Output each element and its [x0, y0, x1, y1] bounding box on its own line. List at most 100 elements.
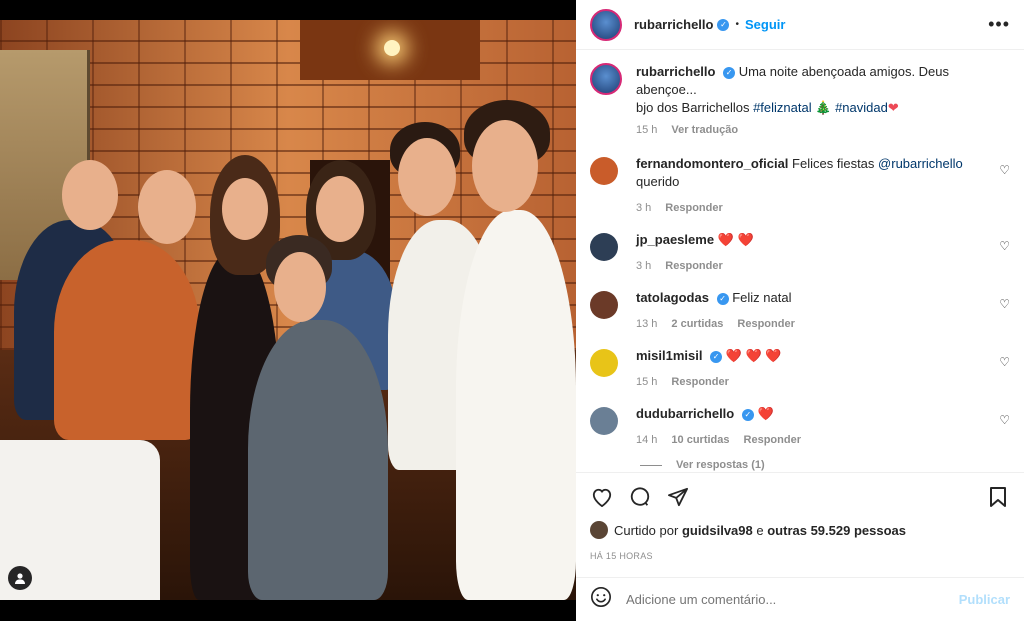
comment-time[interactable]: 3 h [636, 199, 651, 217]
instagram-post: rubarrichello ✓ • Seguir ••• rubarrichel… [0, 0, 1024, 621]
verified-badge-icon: ✓ [717, 18, 730, 31]
comment-body: jp_paesleme ❤️ ❤️ 3 h Responder [636, 231, 996, 275]
comment-text-suffix: querido [636, 174, 680, 189]
view-replies-label[interactable]: Ver respostas (1) [676, 459, 765, 471]
save-bookmark-icon[interactable] [986, 485, 1010, 509]
comment-meta: 3 h Responder [636, 257, 996, 275]
comments-list[interactable]: rubarrichello ✓ Uma noite abençoada amig… [576, 51, 1024, 471]
author-username[interactable]: rubarrichello [634, 17, 713, 32]
comment-text: ❤️ ❤️ [717, 232, 754, 247]
post-media[interactable] [0, 0, 576, 621]
comment-avatar[interactable] [590, 291, 618, 319]
verified-badge-icon: ✓ [741, 408, 754, 421]
caption-avatar[interactable] [590, 63, 622, 95]
tree-emoji: 🎄 [815, 100, 832, 115]
comment-row: dudubarrichello ✓ ❤️ 14 h 10 curtidas Re… [590, 405, 1010, 449]
like-comment-heart-icon[interactable]: ♡ [999, 239, 1010, 253]
caption-username[interactable]: rubarrichello [636, 64, 715, 79]
comment-username[interactable]: tatolagodas [636, 290, 709, 305]
likes-prefix: Curtido por [614, 522, 679, 538]
comment-body: dudubarrichello ✓ ❤️ 14 h 10 curtidas Re… [636, 405, 996, 449]
comment-bubble-icon[interactable] [628, 485, 652, 509]
post-actions: Curtido por guidsilva98 e outras 59.529 … [576, 472, 1024, 561]
like-comment-heart-icon[interactable]: ♡ [999, 163, 1010, 177]
liker-avatar[interactable] [590, 521, 608, 539]
comment-avatar[interactable] [590, 407, 618, 435]
like-heart-icon[interactable] [590, 485, 614, 509]
tagged-users-icon[interactable] [8, 566, 32, 590]
action-icons [590, 483, 1010, 511]
comment-username[interactable]: misil1misil [636, 348, 702, 363]
comment-meta: 3 h Responder [636, 199, 996, 217]
publish-button[interactable]: Publicar [959, 592, 1010, 607]
comment-avatar[interactable] [590, 233, 618, 261]
person-4-head [316, 176, 364, 242]
ceiling-lamp [384, 40, 400, 56]
comment-time[interactable]: 15 h [636, 373, 657, 391]
person-1-head [62, 160, 118, 230]
reply-button[interactable]: Responder [671, 373, 728, 391]
reply-button[interactable]: Responder [744, 431, 801, 449]
comment-time[interactable]: 13 h [636, 315, 657, 333]
caption-meta: 15 h Ver tradução [636, 121, 996, 139]
person-2 [54, 240, 200, 440]
caption-text-2: bjo dos Barrichellos [636, 100, 750, 115]
like-comment-heart-icon[interactable]: ♡ [999, 355, 1010, 369]
comment-avatar[interactable] [590, 349, 618, 377]
like-comment-heart-icon[interactable]: ♡ [999, 297, 1010, 311]
caption-time[interactable]: 15 h [636, 121, 657, 139]
comment-mention[interactable]: @rubarrichello [878, 156, 963, 171]
person-7 [456, 210, 576, 600]
comment-input[interactable] [626, 592, 959, 607]
comment-likes[interactable]: 10 curtidas [671, 431, 729, 449]
person-7-head [472, 120, 538, 212]
person-6-head [398, 138, 456, 216]
share-send-icon[interactable] [666, 485, 690, 509]
comment-row: jp_paesleme ❤️ ❤️ 3 h Responder ♡ [590, 231, 1010, 275]
emoji-icon[interactable] [590, 586, 612, 613]
separator-dot: • [735, 19, 739, 30]
post-header: rubarrichello ✓ • Seguir ••• [576, 0, 1024, 50]
post-timestamp[interactable]: HÁ 15 HORAS [590, 551, 1010, 561]
like-comment-heart-icon[interactable]: ♡ [999, 413, 1010, 427]
comment-username[interactable]: jp_paesleme [636, 232, 714, 247]
comment-row: tatolagodas ✓ Feliz natal 13 h 2 curtida… [590, 289, 1010, 333]
likes-summary: Curtido por guidsilva98 e outras 59.529 … [590, 521, 1010, 539]
follow-button[interactable]: Seguir [745, 17, 785, 32]
likes-middle: e [756, 522, 764, 538]
person-5-head [274, 252, 326, 322]
comment-meta: 14 h 10 curtidas Responder [636, 431, 996, 449]
reply-button[interactable]: Responder [665, 199, 722, 217]
comment-username[interactable]: dudubarrichello [636, 406, 734, 421]
hashtag-navidad[interactable]: #navidad [835, 100, 888, 115]
person-2-head [138, 170, 196, 244]
comment-meta: 15 h Responder [636, 373, 996, 391]
comment-time[interactable]: 14 h [636, 431, 657, 449]
heart-emoji: ❤ [887, 100, 899, 115]
comment-row: fernandomontero_oficial Felices fiestas … [590, 155, 1010, 217]
comment-avatar[interactable] [590, 157, 618, 185]
reply-button[interactable]: Responder [665, 257, 722, 275]
verified-badge-icon: ✓ [716, 292, 729, 305]
comment-body: fernandomontero_oficial Felices fiestas … [636, 155, 996, 217]
reply-button[interactable]: Responder [737, 315, 794, 333]
view-replies[interactable]: Ver respostas (1) [640, 459, 1010, 471]
comment-username[interactable]: fernandomontero_oficial [636, 156, 788, 171]
translate-button[interactable]: Ver tradução [671, 121, 738, 139]
comment-text: ❤️ [757, 406, 774, 421]
author-avatar[interactable] [590, 8, 622, 41]
comment-text: Felices fiestas [792, 156, 875, 171]
more-options-icon[interactable]: ••• [988, 14, 1010, 35]
verified-badge-icon: ✓ [710, 350, 723, 363]
replies-divider [640, 464, 662, 466]
add-comment-bar: Publicar [576, 577, 1024, 621]
comment-body: misil1misil ✓ ❤️ ❤️ ❤️ 15 h Responder [636, 347, 996, 391]
hashtag-feliznatal[interactable]: #feliznatal [753, 100, 812, 115]
liker-username[interactable]: guidsilva98 [682, 523, 753, 538]
comment-time[interactable]: 3 h [636, 257, 651, 275]
likes-others[interactable]: outras 59.529 pessoas [767, 523, 906, 538]
post-photo [0, 20, 576, 600]
comment-body: tatolagodas ✓ Feliz natal 13 h 2 curtida… [636, 289, 996, 333]
comment-likes[interactable]: 2 curtidas [671, 315, 723, 333]
comment-text: ❤️ ❤️ ❤️ [725, 348, 782, 363]
